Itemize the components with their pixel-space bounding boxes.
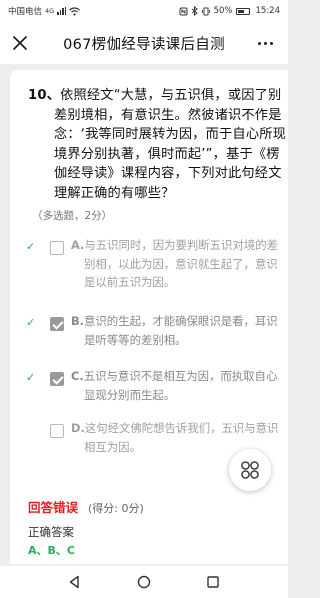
option-c-label: 五识与意识不是相互为因，而执取自心显现分别而生起。 — [83, 369, 278, 402]
close-icon — [13, 36, 27, 50]
battery-icon — [235, 7, 250, 15]
question-meta: （多选题，2分） — [32, 210, 113, 222]
home-icon[interactable] — [136, 574, 152, 590]
option-d-checkbox[interactable] — [50, 424, 64, 438]
close-button[interactable] — [9, 32, 31, 54]
option-c[interactable]: ✓ C.五识与意识不是相互为因，而执取自心显现分别而生起。 — [10, 367, 288, 411]
correct-answer-value: A、B、C — [28, 544, 75, 557]
more-button[interactable] — [254, 32, 276, 54]
check-icon: ✓ — [26, 240, 36, 253]
result-label: 回答错误 — [28, 500, 79, 515]
option-c-text: C.五识与意识不是相互为因，而执取自心显现分别而生起。 — [71, 367, 281, 404]
status-left: 中国电信 4G — [8, 5, 81, 17]
wifi-icon — [69, 6, 81, 16]
option-b-text: B.意识的生起，才能确保眼识是看，耳识是听等等的差别相。 — [71, 312, 281, 349]
system-nav-bar — [0, 566, 288, 598]
result-line: 回答错误 (得分: 0分) — [28, 497, 144, 516]
option-c-checkbox[interactable] — [50, 372, 64, 386]
answer-card-button[interactable] — [229, 449, 271, 491]
more-dot — [263, 41, 267, 45]
status-right: 50% 15:24 — [179, 6, 280, 16]
signal-icon — [57, 7, 67, 15]
clock: 15:24 — [255, 6, 281, 16]
option-a-label: 与五识同时，因为要判断五识对境的差别相，以此为因，意识就生起了，意识是以前五识为… — [84, 238, 279, 289]
question-text: 10、依照经文“大慧，与五识俱，或因了别差别境相，有意识生。然彼诸识不作是念：‘… — [28, 86, 288, 203]
option-b[interactable]: ✓ B.意识的生起，才能确保眼识是看，耳识是听等等的差别相。 — [10, 312, 288, 356]
nfc-icon — [179, 7, 188, 15]
option-b-label: 意识的生起，才能确保眼识是看，耳识是听等等的差别相。 — [84, 314, 278, 347]
option-c-letter: C. — [71, 369, 84, 383]
check-icon: ✓ — [26, 371, 36, 384]
carrier-label: 中国电信 — [8, 7, 43, 17]
page-title: 067楞伽经导读课后自测 — [63, 36, 225, 53]
option-a-text: A.与五识同时，因为要判断五识对境的差别相，以此为因，意识就生起了，意识是以前五… — [71, 236, 281, 292]
question-number: 10、 — [28, 88, 61, 103]
title-bar: 067楞伽经导读课后自测 — [0, 22, 288, 64]
vibrate-icon — [201, 7, 210, 15]
more-dot — [257, 41, 261, 45]
result-score: (得分: 0分) — [88, 502, 144, 515]
option-a-letter: A. — [71, 238, 85, 252]
correct-answer-label: 正确答案 — [28, 525, 74, 539]
status-bar: 中国电信 4G 50% 15:24 — [0, 0, 288, 22]
question-body: 依照经文“大慧，与五识俱，或因了别差别境相，有意识生。然彼诸识不作是念：‘我等同… — [54, 88, 286, 201]
option-a-checkbox[interactable] — [50, 241, 64, 255]
option-a[interactable]: ✓ A.与五识同时，因为要判断五识对境的差别相，以此为因，意识就生起了，意识是以… — [10, 236, 288, 298]
option-d-letter: D. — [71, 421, 85, 435]
battery-percent: 50% — [213, 6, 233, 16]
more-dot — [269, 41, 273, 45]
analysis-label: 解析 — [28, 562, 50, 564]
back-icon[interactable] — [67, 574, 83, 590]
recents-icon[interactable] — [205, 574, 221, 590]
option-b-checkbox[interactable] — [50, 317, 64, 331]
bluetooth-icon — [191, 6, 198, 16]
option-b-letter: B. — [71, 314, 85, 328]
network-label: 4G — [45, 7, 55, 15]
check-icon: ✓ — [26, 316, 36, 329]
grid-icon — [241, 461, 259, 479]
